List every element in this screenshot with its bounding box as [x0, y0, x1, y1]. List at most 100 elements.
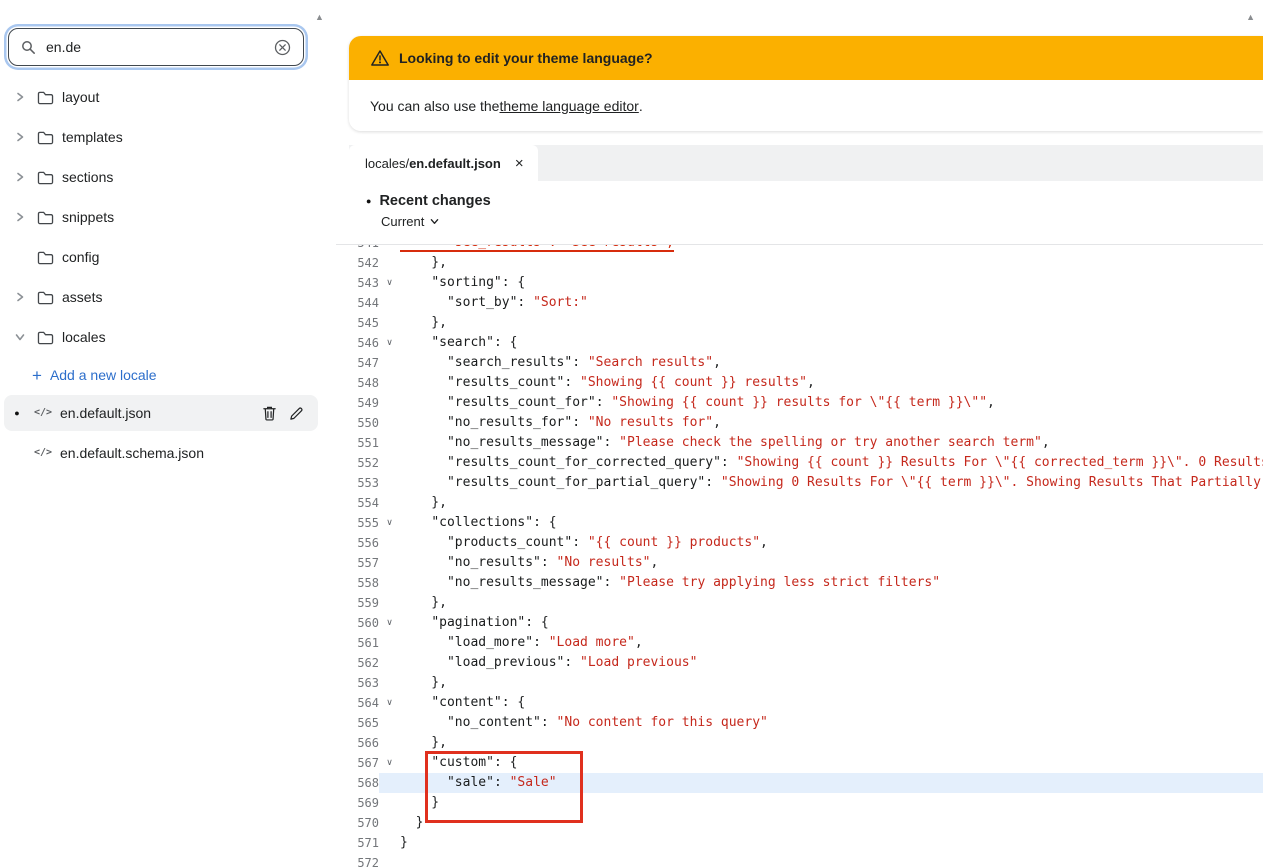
code-line[interactable]: 561 "load_more": "Load more",	[349, 633, 1263, 653]
editor-main-area: ▲ Looking to edit your theme language? Y…	[336, 0, 1263, 867]
line-number: 566	[357, 736, 379, 750]
code-line[interactable]: 565 "no_content": "No content for this q…	[349, 713, 1263, 733]
line-number: 557	[357, 556, 379, 570]
file-item-en-default-json[interactable]: ● </> en.default.json	[4, 395, 318, 431]
code-line[interactable]: 547 "search_results": "Search results",	[349, 353, 1263, 373]
code-line[interactable]: 557 "no_results": "No results",	[349, 553, 1263, 573]
folder-icon	[32, 250, 58, 265]
code-line[interactable]: 553 "results_count_for_partial_query": "…	[349, 473, 1263, 493]
add-new-locale-button[interactable]: + Add a new locale	[0, 357, 322, 393]
code-line[interactable]: 563 },	[349, 673, 1263, 693]
banner-title: Looking to edit your theme language?	[399, 50, 653, 66]
fold-toggle-icon[interactable]: ∨	[379, 333, 400, 353]
code-line[interactable]: 549 "results_count_for": "Showing {{ cou…	[349, 393, 1263, 413]
code-line[interactable]: 546 ∨ "search": {	[349, 333, 1263, 353]
sidebar-item-snippets[interactable]: snippets	[0, 197, 322, 237]
code-line[interactable]: 541 "see_results": "See results",	[349, 245, 1263, 253]
fold-toggle-icon[interactable]: ∨	[379, 693, 400, 713]
main-scroll-up-arrow[interactable]: ▲	[1246, 12, 1255, 22]
file-label: en.default.schema.json	[60, 445, 204, 461]
sidebar-item-templates[interactable]: templates	[0, 117, 322, 157]
plus-icon: +	[32, 365, 42, 385]
folder-icon	[32, 330, 58, 345]
line-number: 542	[357, 256, 379, 270]
line-number: 556	[357, 536, 379, 550]
code-line-text: "content": {	[431, 695, 526, 710]
line-number: 551	[357, 436, 379, 450]
fold-toggle-icon[interactable]: ∨	[379, 273, 400, 293]
fold-toggle-icon[interactable]: ∨	[379, 513, 400, 533]
folder-icon	[32, 90, 58, 105]
sidebar-scroll-up-arrow[interactable]: ▲	[315, 12, 324, 22]
code-line[interactable]: 560 ∨ "pagination": {	[349, 613, 1263, 633]
code-line[interactable]: 572	[349, 853, 1263, 867]
code-line[interactable]: 551 "no_results_message": "Please check …	[349, 433, 1263, 453]
code-line[interactable]: 559 },	[349, 593, 1263, 613]
code-line[interactable]: 548 "results_count": "Showing {{ count }…	[349, 373, 1263, 393]
code-line-text: },	[400, 255, 447, 270]
code-line[interactable]: 567 ∨ "custom": {	[349, 753, 1263, 773]
code-line-text: "search_results": "Search results",	[446, 355, 721, 370]
code-line[interactable]: 552 "results_count_for_corrected_query":…	[349, 453, 1263, 473]
code-line[interactable]: 544 "sort_by": "Sort:"	[349, 293, 1263, 313]
code-line[interactable]: 554 },	[349, 493, 1263, 513]
fold-toggle-icon[interactable]: ∨	[379, 753, 400, 773]
folder-label: templates	[62, 129, 123, 145]
delete-file-icon[interactable]	[262, 405, 277, 421]
sidebar-item-sections[interactable]: sections	[0, 157, 322, 197]
code-editor[interactable]: 541 "see_results": "See results",542 },5…	[336, 245, 1263, 867]
sidebar-item-assets[interactable]: assets	[0, 277, 322, 317]
file-search-box[interactable]	[8, 28, 304, 66]
code-line[interactable]: 543 ∨ "sorting": {	[349, 273, 1263, 293]
warning-triangle-icon	[370, 49, 390, 67]
recent-changes-panel: ● Recent changes Current	[336, 181, 1263, 245]
fold-toggle-icon[interactable]: ∨	[379, 613, 400, 633]
file-label: en.default.json	[60, 405, 152, 421]
folder-label: sections	[62, 169, 114, 185]
code-file-icon: </>	[33, 447, 53, 458]
line-number: 552	[357, 456, 379, 470]
code-line[interactable]: 556 "products_count": "{{ count }} produ…	[349, 533, 1263, 553]
rename-file-icon[interactable]	[289, 406, 304, 421]
file-item-en-default-schema-json[interactable]: </> en.default.schema.json	[4, 435, 318, 471]
code-line[interactable]: 545 },	[349, 313, 1263, 333]
code-line[interactable]: 550 "no_results_for": "No results for",	[349, 413, 1263, 433]
code-line[interactable]: 568 "sale": "Sale"	[349, 773, 1263, 793]
code-line-text: "no_results_message": "Please try applyi…	[446, 575, 941, 590]
close-tab-icon[interactable]: ×	[515, 156, 524, 171]
folder-label: snippets	[62, 209, 115, 225]
sidebar-item-layout[interactable]: layout	[0, 77, 322, 117]
search-input[interactable]	[46, 39, 264, 55]
code-line[interactable]: 571}	[349, 833, 1263, 853]
code-line[interactable]: 555 ∨ "collections": {	[349, 513, 1263, 533]
code-line[interactable]: 566 },	[349, 733, 1263, 753]
code-line[interactable]: 542 },	[349, 253, 1263, 273]
code-line-text: }	[400, 815, 424, 830]
line-number: 560	[357, 616, 379, 630]
line-number: 561	[357, 636, 379, 650]
code-lines: 541 "see_results": "See results",542 },5…	[349, 245, 1263, 867]
code-line-text: "search": {	[431, 335, 518, 350]
code-line[interactable]: 564 ∨ "content": {	[349, 693, 1263, 713]
sidebar-item-config[interactable]: config	[0, 237, 322, 277]
theme-language-editor-link[interactable]: theme language editor	[499, 98, 638, 114]
version-dropdown[interactable]: Current	[336, 209, 1263, 229]
sidebar-item-locales[interactable]: locales	[0, 317, 322, 357]
code-line-text: "load_more": "Load more",	[446, 635, 643, 650]
code-line[interactable]: 558 "no_results_message": "Please try ap…	[349, 573, 1263, 593]
tab-locales-en-default-json[interactable]: locales/en.default.json ×	[349, 145, 538, 181]
code-line[interactable]: 569 }	[349, 793, 1263, 813]
code-line[interactable]: 570 }	[349, 813, 1263, 833]
code-line[interactable]: 562 "load_previous": "Load previous"	[349, 653, 1263, 673]
clear-search-icon[interactable]	[274, 39, 291, 56]
